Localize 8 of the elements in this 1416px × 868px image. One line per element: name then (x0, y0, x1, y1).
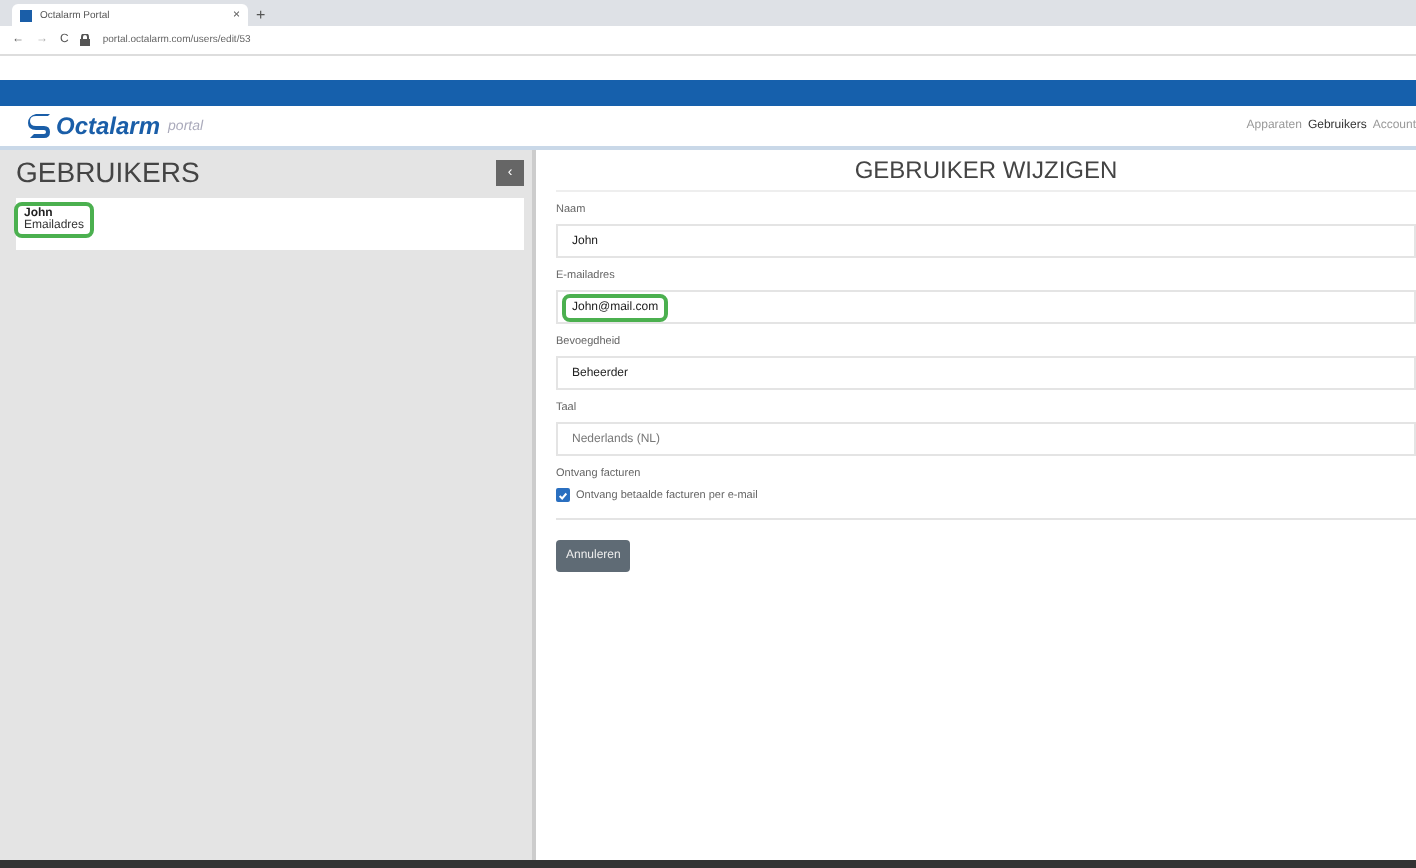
lock-icon (80, 34, 91, 46)
favicon-icon (20, 9, 32, 21)
form-title: GEBRUIKER WIJZIGEN (556, 150, 1416, 192)
logo-text: Octalarm (56, 112, 161, 140)
new-tab-button[interactable]: + (256, 4, 266, 26)
logo-icon (28, 113, 52, 139)
sidebar-title: GEBRUIKERS (16, 156, 200, 188)
checkbox[interactable] (556, 488, 570, 502)
